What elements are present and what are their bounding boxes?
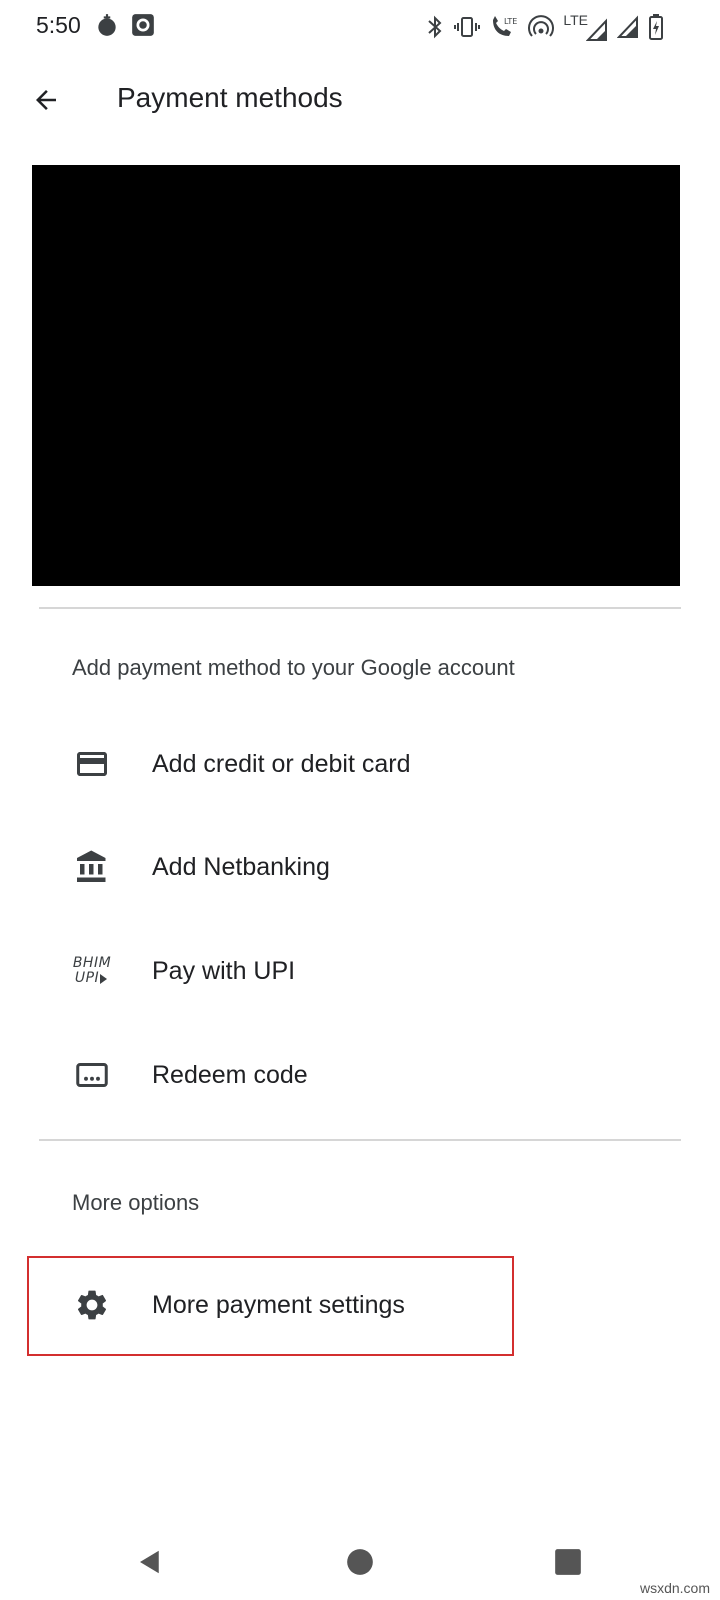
camera-icon (132, 14, 154, 36)
nav-home-icon (347, 1549, 373, 1575)
app-bar: Payment methods (0, 60, 720, 140)
highlight-box (27, 1256, 514, 1356)
nav-back-icon (140, 1550, 159, 1574)
tomato-icon (98, 14, 116, 36)
nav-recents-icon (555, 1549, 581, 1575)
nav-back-button[interactable] (128, 1540, 172, 1584)
watermark: wsxdn.com (639, 1580, 710, 1596)
volte-call-icon: LTE (493, 16, 518, 36)
add-netbanking-item[interactable]: Add Netbanking (60, 822, 660, 912)
hotspot-icon (528, 15, 555, 37)
add-credit-card-item[interactable]: Add credit or debit card (60, 719, 660, 809)
redacted-region (32, 165, 680, 586)
lte-signal-icon: LTE (563, 12, 608, 42)
svg-text:LTE: LTE (504, 17, 517, 26)
bhim-upi-icon: BHIM UPI (60, 949, 124, 993)
page-title: Payment methods (117, 82, 343, 113)
add-netbanking-label: Add Netbanking (152, 852, 330, 881)
pay-with-upi-item[interactable]: BHIM UPI Pay with UPI (60, 926, 660, 1016)
back-button[interactable] (22, 76, 70, 124)
divider-top (39, 607, 681, 609)
arrow-back-icon (36, 90, 56, 110)
section-header-add-payment: Add payment method to your Google accoun… (72, 655, 515, 680)
section-header-more-options: More options (72, 1190, 200, 1215)
upi-arrow-icon (100, 973, 108, 984)
nav-home-button[interactable] (338, 1540, 382, 1584)
upi-text: UPI (74, 970, 100, 986)
battery-charging-icon (649, 14, 663, 40)
redeem-code-item[interactable]: Redeem code (60, 1030, 660, 1120)
status-left-icons (94, 12, 156, 38)
status-bar: 5:50 LTE LTE (0, 0, 720, 54)
redeem-code-icon (60, 1053, 124, 1097)
vibrate-icon (454, 17, 481, 37)
nav-recents-button[interactable] (546, 1540, 590, 1584)
bank-icon (60, 845, 124, 889)
status-time: 5:50 (36, 12, 81, 38)
signal-icon (617, 15, 638, 38)
bluetooth-icon (428, 15, 442, 39)
status-right-icons: LTE LTE (425, 12, 664, 42)
divider-bottom (39, 1139, 681, 1141)
redeem-code-label: Redeem code (152, 1060, 308, 1089)
add-credit-card-label: Add credit or debit card (152, 749, 411, 778)
pay-with-upi-label: Pay with UPI (152, 956, 296, 985)
lte-label: LTE (563, 12, 588, 28)
nav-bar (0, 1520, 720, 1600)
bhim-text: BHIM (72, 955, 112, 971)
credit-card-icon (60, 742, 124, 786)
